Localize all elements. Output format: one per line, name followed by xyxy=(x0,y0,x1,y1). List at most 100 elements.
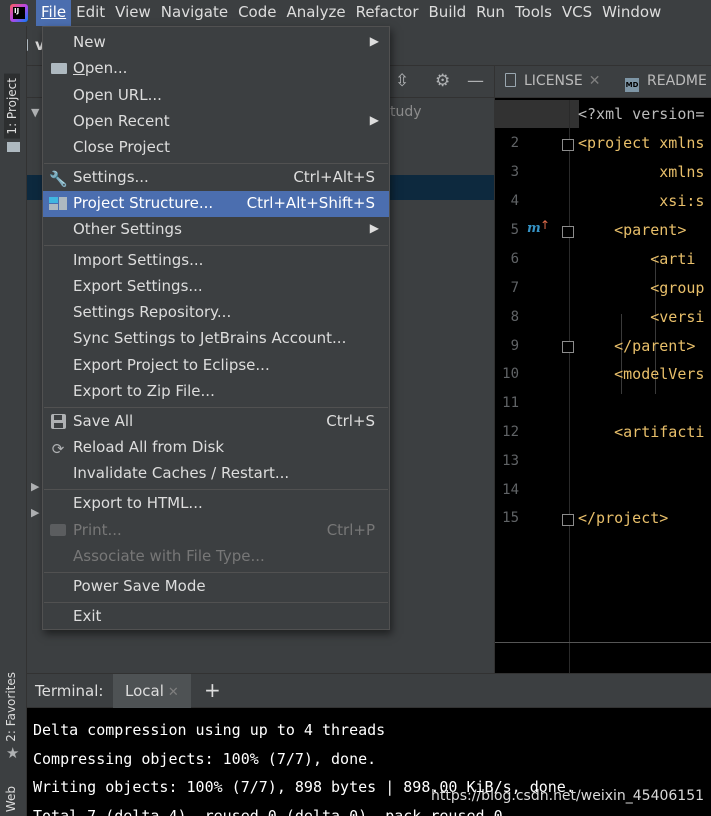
code-editor[interactable]: LICENSE ✕ MD README 2 3 4 5 6 7 8 9 10 11 … xyxy=(494,66,711,673)
menu-edit[interactable]: Edit xyxy=(71,0,110,26)
tree-expand-icon[interactable]: ▼ xyxy=(31,106,39,119)
line-number: 12 xyxy=(502,424,519,440)
close-icon[interactable]: ✕ xyxy=(589,73,601,89)
menu-code[interactable]: Code xyxy=(233,0,281,26)
code-line[interactable]: <modelVers xyxy=(578,365,704,383)
code-line[interactable]: <versi xyxy=(578,308,704,326)
menu-item-settings[interactable]: 🔧 Settings... Ctrl+Alt+S xyxy=(43,165,389,191)
fold-icon[interactable] xyxy=(562,226,574,238)
menu-run[interactable]: Run xyxy=(471,0,510,26)
code-line[interactable]: <project xmlns xyxy=(578,134,704,152)
line-number: 14 xyxy=(502,482,519,498)
menu-item-export-settings[interactable]: Export Settings... xyxy=(43,274,389,300)
maven-override-marker[interactable]: m xyxy=(527,221,541,236)
current-line-gutter-highlight xyxy=(495,100,579,128)
hide-panel-icon[interactable]: — xyxy=(467,71,484,91)
wrench-icon: 🔧 xyxy=(49,170,68,188)
project-tool-tab[interactable]: 1: Project xyxy=(4,74,20,139)
menu-item-power-save-mode[interactable]: Power Save Mode xyxy=(43,574,389,600)
menu-vcs[interactable]: VCS xyxy=(557,0,597,26)
menu-item-other-settings[interactable]: Other Settings ▶ xyxy=(43,217,389,243)
menu-analyze[interactable]: Analyze xyxy=(281,0,350,26)
menu-build[interactable]: Build xyxy=(424,0,472,26)
menu-item-save-all[interactable]: Save All Ctrl+S xyxy=(43,409,389,435)
menu-item-open-url[interactable]: Open URL... xyxy=(43,83,389,109)
line-number: 2 xyxy=(510,135,519,151)
menu-separator xyxy=(44,572,388,573)
submenu-arrow-icon: ▶ xyxy=(369,221,379,235)
collapse-all-icon[interactable]: ⇳ xyxy=(395,71,409,91)
menu-item-new[interactable]: New ▶ xyxy=(43,30,389,56)
menu-window[interactable]: Window xyxy=(597,0,666,26)
menu-separator xyxy=(44,489,388,490)
code-line[interactable]: </project> xyxy=(578,509,668,527)
project-folder-icon xyxy=(7,142,20,152)
line-number: 7 xyxy=(510,280,519,296)
new-terminal-plus-icon[interactable]: + xyxy=(204,678,221,702)
menu-item-invalidate-caches[interactable]: Invalidate Caches / Restart... xyxy=(43,461,389,487)
project-structure-icon xyxy=(49,197,67,210)
fold-icon[interactable] xyxy=(562,341,574,353)
file-menu-dropdown: New ▶ Open... Open URL... Open Recent ▶ Cl… xyxy=(42,26,390,630)
line-number: 10 xyxy=(502,366,519,382)
terminal-tab-local[interactable]: Local ✕ xyxy=(113,674,191,708)
web-tool-tab[interactable]: Web xyxy=(4,786,18,812)
menu-separator xyxy=(44,602,388,603)
menu-separator xyxy=(44,163,388,164)
code-line[interactable]: xmlns xyxy=(578,163,704,181)
tab-license[interactable]: LICENSE ✕ xyxy=(505,73,601,89)
menu-item-project-structure[interactable]: Project Structure... Ctrl+Alt+Shift+S xyxy=(43,191,389,217)
line-number: 6 xyxy=(510,251,519,267)
code-line[interactable]: <parent> xyxy=(578,221,686,239)
code-line[interactable]: <?xml version= xyxy=(578,105,704,123)
code-line[interactable]: <arti xyxy=(578,250,695,268)
menu-file[interactable]: File xyxy=(36,0,72,26)
editor-tab-bar: LICENSE ✕ MD README xyxy=(495,66,711,98)
menu-item-associate-file-type: Associate with File Type... xyxy=(73,547,265,565)
line-number: 8 xyxy=(510,309,519,325)
code-line[interactable]: xsi:s xyxy=(578,192,704,210)
text-file-icon xyxy=(505,73,516,87)
favorites-tool-tab[interactable]: 2: Favorites xyxy=(4,672,18,742)
fold-icon[interactable] xyxy=(562,514,574,526)
line-number: 15 xyxy=(502,510,519,526)
menu-navigate[interactable]: Navigate xyxy=(156,0,233,26)
tree-collapsed-icon[interactable]: ▶ xyxy=(31,480,39,493)
editor-bottom-border xyxy=(495,642,711,643)
menu-tools[interactable]: Tools xyxy=(510,0,557,26)
line-number: 9 xyxy=(510,338,519,354)
gear-icon[interactable]: ⚙ xyxy=(435,71,450,91)
submenu-arrow-icon: ▶ xyxy=(369,34,379,48)
menu-view[interactable]: View xyxy=(110,0,156,26)
tab-readme[interactable]: MD README xyxy=(625,73,707,92)
project-tree-root-label[interactable]: tudy xyxy=(390,104,422,120)
menu-item-export-eclipse[interactable]: Export Project to Eclipse... xyxy=(43,353,389,379)
menu-item-import-settings[interactable]: Import Settings... xyxy=(43,248,389,274)
folder-icon xyxy=(51,63,67,74)
submenu-arrow-icon: ▶ xyxy=(369,113,379,127)
star-icon: ★ xyxy=(6,744,20,762)
menu-item-open[interactable]: Open... xyxy=(43,56,389,82)
menu-item-print: Print... Ctrl+P xyxy=(43,518,389,544)
menu-item-settings-repository[interactable]: Settings Repository... xyxy=(43,300,389,326)
code-line[interactable]: <group xyxy=(578,279,704,297)
tree-collapsed-icon[interactable]: ▶ xyxy=(31,506,39,519)
fold-icon[interactable] xyxy=(562,139,574,151)
menu-item-sync-settings[interactable]: Sync Settings to JetBrains Account... xyxy=(43,326,389,352)
watermark: https://blog.csdn.net/weixin_45406151 xyxy=(431,788,705,804)
line-number: 5 xyxy=(510,222,519,238)
menu-item-open-recent[interactable]: Open Recent ▶ xyxy=(43,109,389,135)
menu-item-reload-all[interactable]: ⟳ Reload All from Disk xyxy=(43,435,389,461)
close-icon[interactable]: ✕ xyxy=(168,685,179,700)
menu-item-export-zip[interactable]: Export to Zip File... xyxy=(43,379,389,405)
code-line[interactable]: </parent> xyxy=(578,337,695,355)
menu-item-close-project[interactable]: Close Project xyxy=(43,135,389,161)
line-number: 3 xyxy=(510,164,519,180)
menu-separator xyxy=(44,407,388,408)
menu-item-export-html[interactable]: Export to HTML... xyxy=(43,491,389,517)
menu-item-exit[interactable]: Exit xyxy=(43,604,389,630)
code-line[interactable]: <artifacti xyxy=(578,423,704,441)
menu-refactor[interactable]: Refactor xyxy=(351,0,424,26)
intellij-logo-icon: IJ xyxy=(10,4,28,22)
line-number: 13 xyxy=(502,453,519,469)
